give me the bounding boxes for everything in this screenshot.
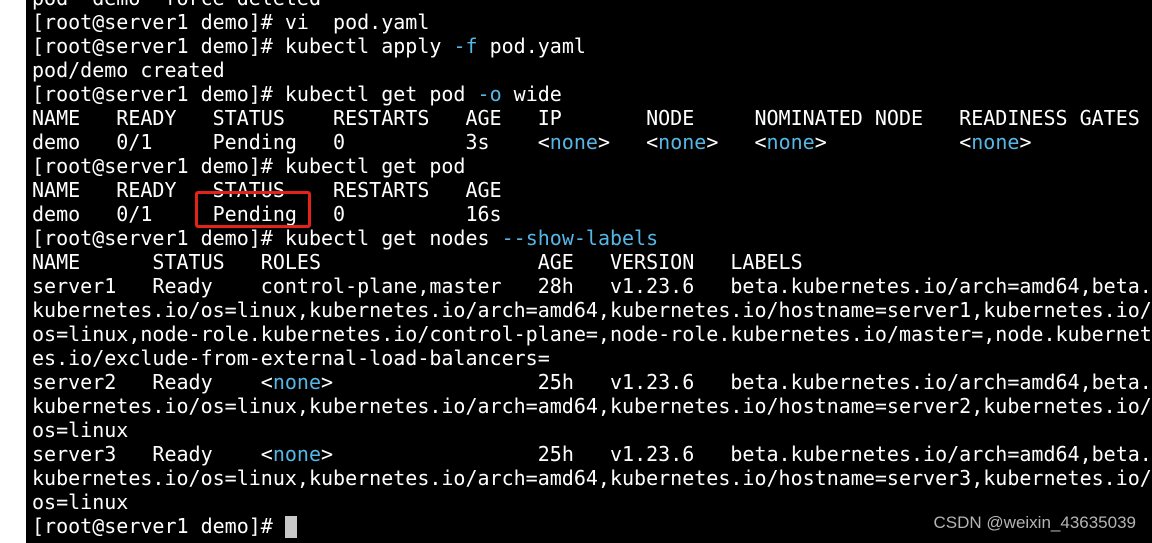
terminal-text: server1 Ready control-plane,master 28h v…	[32, 274, 1152, 298]
terminal-text: os=linux	[32, 418, 129, 442]
watermark: CSDN @weixin_43635039	[933, 513, 1136, 532]
command-flag: -o	[477, 82, 502, 106]
command-flag: --show-labels	[501, 226, 659, 250]
terminal-text: pod "demo" force deleted	[32, 0, 321, 10]
terminal-line: [root@server1 demo]# vi pod.yaml	[32, 10, 1152, 34]
none-value: none	[272, 370, 321, 394]
terminal-line: kubernetes.io/os=linux,kubernetes.io/arc…	[32, 298, 1152, 322]
terminal-text: pod/demo created	[32, 58, 225, 82]
terminal-line: server3 Ready <none> 25h v1.23.6 beta.ku…	[32, 442, 1152, 466]
terminal-text: [root@server1 demo]# kubectl get pod	[32, 82, 478, 106]
terminal-line: es.io/exclude-from-external-load-balance…	[32, 346, 1152, 370]
terminal-line: NAME STATUS ROLES AGE VERSION LABELS	[32, 250, 1152, 274]
terminal-line: demo 0/1 Pending 0 3s <none> <none> <non…	[32, 130, 1152, 154]
terminal-text: wide	[501, 82, 562, 106]
terminal-line: pod/demo created	[32, 58, 1152, 82]
terminal-line: [root@server1 demo]# kubectl apply -f po…	[32, 34, 1152, 58]
terminal-text: > <	[706, 130, 767, 154]
command-flag: -f	[453, 34, 478, 58]
terminal-line: os=linux,node-role.kubernetes.io/control…	[32, 322, 1152, 346]
terminal-line: server1 Ready control-plane,master 28h v…	[32, 274, 1152, 298]
terminal-text: es.io/exclude-from-external-load-balance…	[32, 346, 550, 370]
terminal-line: os=linux	[32, 418, 1152, 442]
terminal-window[interactable]: pod "demo" force deleted[root@server1 de…	[26, 0, 1152, 543]
terminal-line: kubernetes.io/os=linux,kubernetes.io/arc…	[32, 466, 1152, 490]
terminal-line: kubernetes.io/os=linux,kubernetes.io/arc…	[32, 394, 1152, 418]
terminal-text: kubernetes.io/os=linux,kubernetes.io/arc…	[32, 298, 1152, 322]
none-value: none	[272, 442, 321, 466]
terminal-text: [root@server1 demo]# kubectl get nodes	[32, 226, 502, 250]
terminal-text: > <	[597, 130, 659, 154]
terminal-text: kubernetes.io/os=linux,kubernetes.io/arc…	[32, 466, 1152, 490]
terminal-line: NAME READY STATUS RESTARTS AGE IP NODE N…	[32, 106, 1152, 130]
terminal-line: [root@server1 demo]# kubectl get nodes -…	[32, 226, 1152, 250]
terminal-text: [root@server1 demo]# vi pod.yaml	[32, 10, 430, 34]
terminal-line: [root@server1 demo]# kubectl get pod -o …	[32, 82, 1152, 106]
terminal-text: os=linux	[32, 490, 129, 514]
terminal-text: demo 0/1 Pending 0 3s <	[32, 130, 550, 154]
none-value: none	[549, 130, 598, 154]
none-value: none	[658, 130, 707, 154]
none-value: none	[971, 130, 1020, 154]
terminal-text: pod.yaml	[477, 34, 586, 58]
text-cursor	[284, 516, 297, 538]
terminal-line: os=linux	[32, 490, 1152, 514]
terminal-text: > 25h v1.23.6 beta.kubernetes.io/arch=am…	[321, 442, 1152, 466]
terminal-line: [root@server1 demo]# kubectl get pod	[32, 154, 1152, 178]
terminal-text: > <	[814, 130, 972, 154]
left-margin	[0, 0, 26, 543]
terminal-line: pod "demo" force deleted	[32, 0, 1152, 10]
terminal-text: >	[1019, 130, 1032, 154]
none-value: none	[766, 130, 815, 154]
terminal-text: NAME STATUS ROLES AGE VERSION LABELS	[32, 250, 803, 274]
shell-prompt: [root@server1 demo]#	[32, 514, 285, 538]
terminal-text: [root@server1 demo]# kubectl apply	[32, 34, 454, 58]
terminal-line: server2 Ready <none> 25h v1.23.6 beta.ku…	[32, 370, 1152, 394]
terminal-text: kubernetes.io/os=linux,kubernetes.io/arc…	[32, 394, 1152, 418]
terminal-text: server3 Ready <	[32, 442, 273, 466]
terminal-text: NAME READY STATUS RESTARTS AGE IP NODE N…	[32, 106, 1140, 130]
terminal-text: > 25h v1.23.6 beta.kubernetes.io/arch=am…	[321, 370, 1152, 394]
terminal-text: os=linux,node-role.kubernetes.io/control…	[32, 322, 1152, 346]
terminal-text: [root@server1 demo]# kubectl get pod	[32, 154, 466, 178]
terminal-text: server2 Ready <	[32, 370, 273, 394]
pending-status-highlight-box	[195, 191, 311, 228]
terminal-output: pod "demo" force deleted[root@server1 de…	[32, 0, 1152, 538]
